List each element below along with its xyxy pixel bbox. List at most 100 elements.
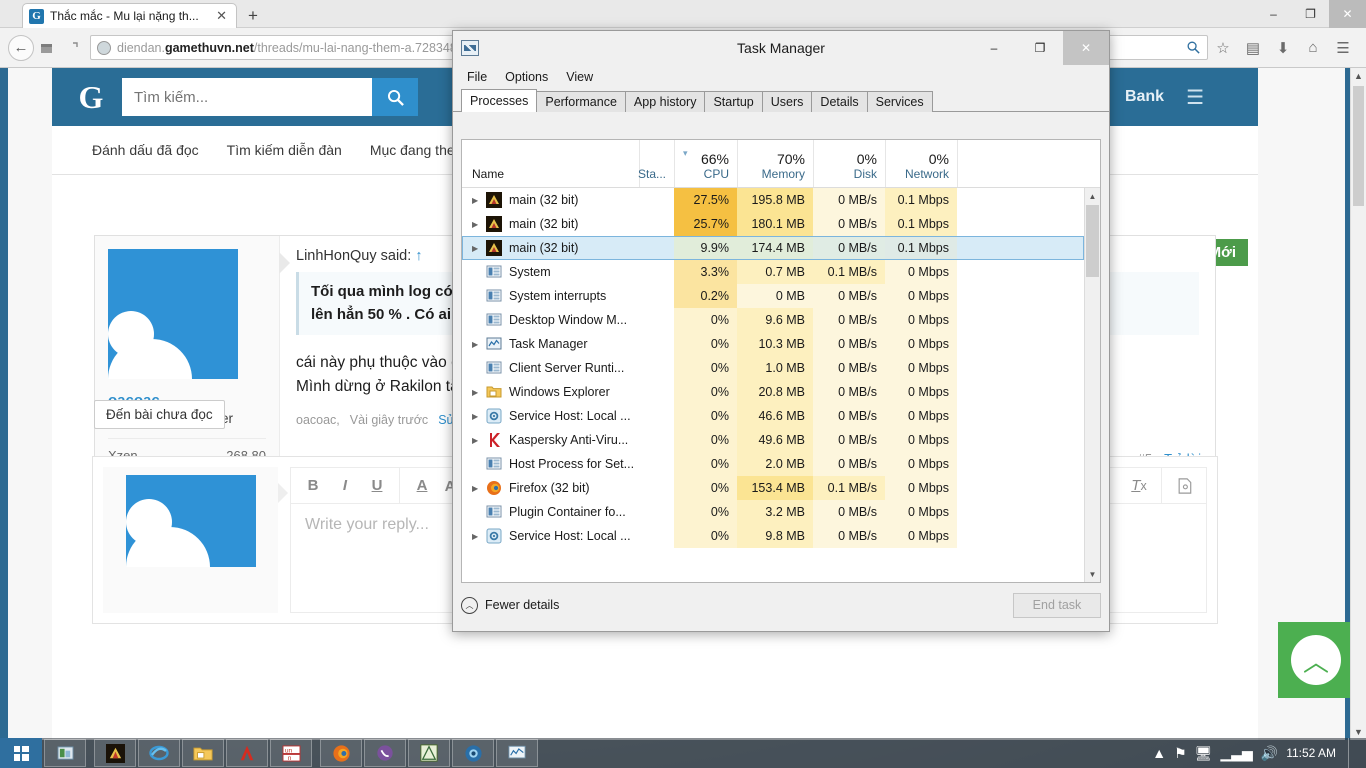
expand-chevron-icon[interactable]: ▶ — [472, 412, 486, 421]
reading-list-icon[interactable]: ▤ — [1238, 34, 1268, 62]
bold-button[interactable]: B — [297, 472, 329, 500]
tab-app-history[interactable]: App history — [624, 91, 706, 112]
subnav-item-mark-read[interactable]: Đánh dấu đã đọc — [92, 142, 199, 158]
device-icon[interactable]: 🖥 — [1195, 746, 1213, 760]
scroll-up-arrow-icon[interactable]: ▲ — [1085, 188, 1100, 204]
text-color-button[interactable]: A — [406, 472, 438, 500]
scroll-down-arrow-icon[interactable]: ▼ — [1085, 566, 1100, 582]
menu-file[interactable]: File — [467, 70, 487, 84]
action-center-flag-icon[interactable]: ⚑ — [1174, 746, 1187, 760]
end-task-button[interactable]: End task — [1013, 592, 1101, 618]
bank-link[interactable]: Bank — [1125, 88, 1164, 106]
browser-tab[interactable]: G Thắc mắc - Mu lại nặng th... ✕ — [22, 3, 237, 28]
table-row[interactable]: ▶ Service Host: Local ... 0% 46.6 MB 0 MB/s 0… — [462, 404, 1084, 428]
bookmark-star-icon[interactable]: ☆ — [1208, 34, 1238, 62]
expand-chevron-icon[interactable]: ▶ — [472, 388, 486, 397]
tm-close-button[interactable]: ✕ — [1063, 31, 1109, 65]
table-row[interactable]: ▶ Service Host: Local ... 0% 9.8 MB 0 MB/s 0 … — [462, 524, 1084, 548]
table-row[interactable]: Desktop Window M... 0% 9.6 MB 0 MB/s 0 Mbps — [462, 308, 1084, 332]
expand-chevron-icon[interactable]: ▶ — [472, 532, 486, 541]
start-button[interactable] — [0, 738, 42, 768]
downloads-icon[interactable]: ⬇ — [1268, 34, 1298, 62]
taskbar-item-mu-game[interactable] — [94, 739, 136, 767]
column-header-cpu[interactable]: ▾ 66% CPU — [674, 140, 737, 187]
expand-chevron-icon[interactable]: ▶ — [472, 436, 486, 445]
forum-search-button[interactable] — [372, 78, 418, 116]
fewer-details-button[interactable]: ︿ Fewer details — [461, 596, 559, 614]
table-row[interactable]: System interrupts 0.2% 0 MB 0 MB/s 0 Mbps — [462, 284, 1084, 308]
expand-chevron-icon[interactable]: ▶ — [472, 244, 486, 253]
taskbar-item-internet-explorer[interactable] — [138, 739, 180, 767]
volume-icon[interactable]: 🔊 — [1261, 746, 1278, 760]
taskbar-item-file-explorer[interactable] — [182, 739, 224, 767]
tab-users[interactable]: Users — [761, 91, 813, 112]
table-row[interactable]: ▶ Kaspersky Anti-Viru... 0% 49.6 MB 0 MB/s 0 … — [462, 428, 1084, 452]
column-header-disk[interactable]: 0% Disk — [813, 140, 885, 187]
subnav-item-search-forum[interactable]: Tìm kiếm diễn đàn — [227, 142, 342, 158]
column-header-network[interactable]: 0% Network — [885, 140, 957, 187]
process-list[interactable]: ▶ main (32 bit) 27.5% 195.8 MB 0 MB/s 0.1 Mbp… — [462, 188, 1084, 582]
insert-icon[interactable] — [1168, 472, 1200, 500]
forum-search-input[interactable] — [122, 78, 372, 116]
tab-processes[interactable]: Processes — [461, 89, 538, 112]
table-row[interactable]: System 3.3% 0.7 MB 0.1 MB/s 0 Mbps — [462, 260, 1084, 284]
tm-minimize-button[interactable]: – — [971, 31, 1017, 65]
quote-jump-icon[interactable]: ↑ — [415, 248, 422, 264]
table-row[interactable]: ▶ Firefox (32 bit) 0% 153.4 MB 0.1 MB/s 0 Mbp… — [462, 476, 1084, 500]
table-row[interactable]: ▶ Task Manager 0% 10.3 MB 0 MB/s 0 Mbps — [462, 332, 1084, 356]
table-row[interactable]: ▶ main (32 bit) 25.7% 180.1 MB 0 MB/s 0.1 Mbp… — [462, 212, 1084, 236]
tab-performance[interactable]: Performance — [536, 91, 626, 112]
taskbar-item-firefox[interactable] — [320, 739, 362, 767]
goto-unread-button[interactable]: Đến bài chưa đọc — [94, 400, 225, 429]
back-button[interactable]: ← — [8, 34, 34, 61]
underline-button[interactable]: U — [361, 472, 393, 500]
process-scroll-thumb[interactable] — [1086, 205, 1099, 277]
column-header-status[interactable]: Sta... — [638, 140, 674, 187]
taskbar-item-autocad[interactable] — [226, 739, 268, 767]
taskbar-item-viber[interactable] — [364, 739, 406, 767]
new-tab-button[interactable]: + — [248, 6, 258, 26]
browser-close-button[interactable]: ✕ — [1329, 0, 1366, 28]
browser-minimize-button[interactable]: – — [1255, 0, 1292, 28]
process-list-scrollbar[interactable]: ▲ ▼ — [1084, 188, 1100, 582]
reload-button[interactable] — [60, 35, 86, 61]
network-signal-icon[interactable]: ▁▃▅ — [1220, 746, 1252, 760]
table-row[interactable]: ▶ Windows Explorer 0% 20.8 MB 0 MB/s 0 Mbps — [462, 380, 1084, 404]
tab-services[interactable]: Services — [866, 91, 933, 112]
taskbar-item-taskmanager[interactable] — [44, 739, 86, 767]
home-icon[interactable]: ⌂ — [1298, 34, 1328, 62]
scroll-up-arrow-icon[interactable]: ▲ — [1351, 68, 1366, 84]
tab-close-icon[interactable]: ✕ — [213, 8, 230, 24]
taskbar-item-perfmon[interactable] — [496, 739, 538, 767]
taskbar-item-app[interactable] — [408, 739, 450, 767]
menu-view[interactable]: View — [566, 70, 593, 84]
table-row[interactable]: ▶ main (32 bit) 9.9% 174.4 MB 0 MB/s 0.1 Mbps — [462, 236, 1084, 260]
taskbar-clock[interactable]: 11:52 AM — [1286, 746, 1336, 760]
expand-chevron-icon[interactable]: ▶ — [472, 196, 486, 205]
table-row[interactable]: Client Server Runti... 0% 1.0 MB 0 MB/s 0 Mb… — [462, 356, 1084, 380]
tm-maximize-button[interactable]: ❐ — [1017, 31, 1063, 65]
browser-maximize-button[interactable]: ❐ — [1292, 0, 1329, 28]
column-header-name[interactable]: Name — [462, 140, 639, 187]
forward-button[interactable] — [34, 35, 60, 61]
expand-chevron-icon[interactable]: ▶ — [472, 220, 486, 229]
expand-chevron-icon[interactable]: ▶ — [472, 484, 486, 493]
menu-options[interactable]: Options — [505, 70, 548, 84]
forum-menu-icon[interactable]: ☰ — [1186, 85, 1204, 110]
table-row[interactable]: ▶ main (32 bit) 27.5% 195.8 MB 0 MB/s 0.1 Mbp… — [462, 188, 1084, 212]
browser-menu-icon[interactable]: ☰ — [1328, 34, 1358, 62]
page-scroll-thumb[interactable] — [1353, 86, 1364, 206]
table-row[interactable]: Plugin Container fo... 0% 3.2 MB 0 MB/s 0 Mb… — [462, 500, 1084, 524]
forum-logo[interactable]: G — [68, 81, 114, 113]
taskbar-item-unikey[interactable]: un n — [270, 739, 312, 767]
show-hidden-icons-icon[interactable]: ▲ — [1152, 746, 1166, 760]
taskbar-item-chrome[interactable] — [452, 739, 494, 767]
tab-details[interactable]: Details — [811, 91, 868, 112]
show-desktop-button[interactable] — [1348, 738, 1356, 768]
avatar[interactable] — [108, 249, 238, 379]
expand-chevron-icon[interactable]: ▶ — [472, 340, 486, 349]
column-header-memory[interactable]: 70% Memory — [737, 140, 813, 187]
italic-button[interactable]: I — [329, 472, 361, 500]
table-row[interactable]: Host Process for Set... 0% 2.0 MB 0 MB/s 0 M… — [462, 452, 1084, 476]
tab-startup[interactable]: Startup — [704, 91, 763, 112]
